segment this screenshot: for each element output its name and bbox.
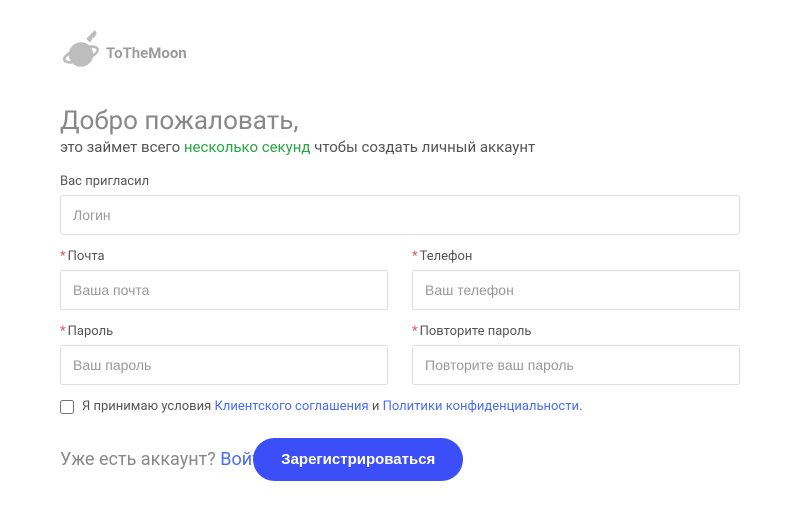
- phone-field: *Телефон: [412, 249, 740, 310]
- terms-row: Я принимаю условия Клиентского соглашени…: [60, 399, 740, 414]
- welcome-subtitle: это займет всего несколько секунд чтобы …: [60, 138, 740, 156]
- register-button[interactable]: Зарегистрироваться: [253, 438, 463, 481]
- password-confirm-label: *Повторите пароль: [412, 324, 740, 339]
- logo-text: ToTheMoon: [106, 44, 187, 62]
- inviter-input[interactable]: [60, 195, 740, 235]
- inviter-label: Вас пригласил: [60, 174, 740, 189]
- phone-label: *Телефон: [412, 249, 740, 264]
- login-prompt: Уже есть аккаунт? Войти: [60, 449, 271, 470]
- email-label: *Почта: [60, 249, 388, 264]
- email-field: *Почта: [60, 249, 388, 310]
- footer-row: Уже есть аккаунт? Войти Зарегистрировать…: [60, 438, 740, 481]
- password-confirm-field: *Повторите пароль: [412, 324, 740, 385]
- phone-input[interactable]: [412, 270, 740, 310]
- email-input[interactable]: [60, 270, 388, 310]
- welcome-title: Добро пожаловать,: [60, 106, 740, 136]
- password-field: *Пароль: [60, 324, 388, 385]
- logo: ToTheMoon: [60, 30, 740, 76]
- terms-privacy-link[interactable]: Политики конфиденциальности: [383, 399, 579, 414]
- password-label: *Пароль: [60, 324, 388, 339]
- terms-agreement-link[interactable]: Клиентского соглашения: [214, 399, 368, 414]
- password-confirm-input[interactable]: [412, 345, 740, 385]
- inviter-field: Вас пригласил: [60, 174, 740, 235]
- password-input[interactable]: [60, 345, 388, 385]
- terms-checkbox[interactable]: [60, 400, 74, 414]
- rocket-planet-icon: [60, 30, 102, 76]
- terms-text: Я принимаю условия Клиентского соглашени…: [82, 399, 582, 414]
